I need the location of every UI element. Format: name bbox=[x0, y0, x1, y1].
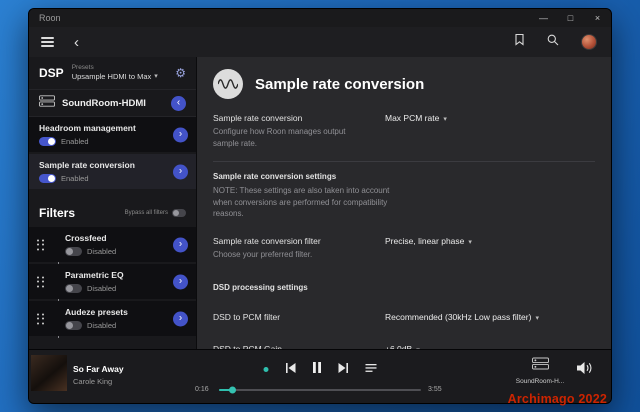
track-title[interactable]: So Far Away bbox=[73, 364, 124, 374]
gear-icon[interactable]: ⚙ bbox=[175, 67, 186, 79]
filters-title: Filters bbox=[39, 206, 76, 220]
conversion-filter-dropdown[interactable]: Precise, linear phase ▾ bbox=[385, 236, 472, 261]
dsd-pcm-filter-dropdown[interactable]: Recommended (30kHz Low pass filter) ▾ bbox=[385, 312, 539, 322]
signal-path-indicator[interactable] bbox=[263, 366, 269, 372]
elapsed-time: 0:16 bbox=[195, 386, 209, 393]
bypass-toggle[interactable] bbox=[172, 209, 186, 217]
header-actions bbox=[514, 33, 597, 51]
bypass-all-filters: Bypass all filters bbox=[125, 209, 186, 217]
main-panel: Sample rate conversion Sample rate conve… bbox=[197, 57, 611, 349]
max-pcm-rate-dropdown[interactable]: Max PCM rate ▾ bbox=[385, 113, 447, 149]
seek-bar[interactable] bbox=[219, 386, 421, 394]
back-icon[interactable]: ‹ bbox=[74, 35, 79, 50]
zone-row[interactable]: SoundRoom-HDMI ‹ bbox=[29, 89, 196, 117]
user-avatar[interactable] bbox=[581, 34, 597, 50]
filter-item-crossfeed[interactable]: Crossfeed Disabled › bbox=[29, 227, 196, 262]
window-title: Roon bbox=[39, 13, 61, 23]
previous-track-icon[interactable] bbox=[286, 360, 296, 378]
chevron-right-icon[interactable]: › bbox=[173, 237, 188, 252]
setting-conversion-filter: Sample rate conversion filter Choose you… bbox=[213, 235, 472, 261]
zone-name: SoundRoom-HDMI bbox=[62, 97, 146, 109]
total-duration: 3:55 bbox=[428, 386, 442, 393]
now-playing-info: So Far Away Carole King bbox=[73, 364, 124, 386]
next-track-icon[interactable] bbox=[338, 360, 349, 378]
presets-label: Presets bbox=[71, 64, 94, 72]
collapse-chevron-left-icon[interactable]: ‹ bbox=[171, 95, 186, 111]
seek-fill bbox=[219, 386, 237, 394]
setting-dsd-pcm-filter: DSD to PCM filter Recommended (30kHz Low… bbox=[213, 311, 539, 322]
section-title: DSD processing settings bbox=[213, 282, 308, 292]
filter-item-parametric-eq[interactable]: Parametric EQ Disabled › bbox=[29, 264, 196, 299]
crossfeed-toggle[interactable] bbox=[65, 247, 82, 256]
parametric-eq-toggle[interactable] bbox=[65, 284, 82, 293]
seek-knob[interactable] bbox=[229, 386, 237, 394]
dsp-title: DSP bbox=[39, 66, 64, 80]
dsp-presets-row: DSP Presets Upsample HDMI to Max ▾ ⚙ bbox=[29, 57, 196, 89]
transport-controls bbox=[263, 360, 377, 378]
headroom-toggle[interactable] bbox=[39, 137, 56, 146]
chevron-right-icon[interactable]: › bbox=[173, 311, 188, 326]
divider bbox=[213, 161, 595, 163]
search-icon[interactable] bbox=[547, 33, 559, 51]
hamburger-menu-icon[interactable] bbox=[41, 37, 54, 47]
minimize-button[interactable]: — bbox=[530, 9, 557, 27]
caret-down-icon: ▾ bbox=[443, 116, 447, 123]
watermark-text: Archimago 2022 bbox=[507, 392, 607, 406]
window-controls: — □ × bbox=[530, 9, 611, 27]
main-header: Sample rate conversion bbox=[213, 69, 611, 99]
chevron-right-icon[interactable]: › bbox=[173, 127, 188, 142]
sidebar-item-headroom-management[interactable]: Headroom management Enabled › bbox=[29, 117, 196, 152]
chevron-right-icon[interactable]: › bbox=[173, 164, 188, 179]
roon-window: Roon — □ × ‹ DSP Presets Upsample HDMI t… bbox=[28, 8, 612, 404]
dsp-sidebar: DSP Presets Upsample HDMI to Max ▾ ⚙ Sou… bbox=[29, 57, 197, 349]
pause-icon[interactable] bbox=[313, 360, 322, 378]
bookmark-icon[interactable] bbox=[514, 33, 525, 51]
album-art[interactable] bbox=[31, 355, 67, 391]
page-title: Sample rate conversion bbox=[255, 75, 425, 93]
filter-list: Crossfeed Disabled › Parametric EQ Disab… bbox=[29, 227, 196, 338]
track-artist[interactable]: Carole King bbox=[73, 377, 124, 386]
preset-value: Upsample HDMI to Max bbox=[71, 72, 152, 82]
drag-handle-icon[interactable] bbox=[37, 276, 44, 287]
drag-handle-icon[interactable] bbox=[37, 313, 44, 324]
sidebar-item-sample-rate-conversion[interactable]: Sample rate conversion Enabled › bbox=[29, 154, 196, 189]
zone-picker[interactable]: SoundRoom-H... bbox=[515, 357, 565, 385]
preset-selector[interactable]: Presets Upsample HDMI to Max ▾ bbox=[72, 64, 158, 82]
caret-down-icon: ▾ bbox=[468, 238, 472, 246]
sample-rate-waveform-icon bbox=[213, 69, 243, 99]
section-title: Sample rate conversion settings bbox=[213, 172, 337, 182]
audio-device-icon bbox=[39, 94, 55, 112]
drag-handle-icon[interactable] bbox=[37, 239, 44, 250]
setting-sample-rate-conversion: Sample rate conversion Configure how Roo… bbox=[213, 113, 447, 149]
caret-down-icon: ▾ bbox=[154, 72, 158, 80]
filter-item-audeze-presets[interactable]: Audeze presets Disabled › bbox=[29, 301, 196, 336]
chevron-right-icon[interactable]: › bbox=[173, 274, 188, 289]
volume-icon[interactable] bbox=[577, 361, 594, 380]
caret-down-icon: ▾ bbox=[535, 314, 539, 322]
titlebar: Roon — □ × bbox=[29, 9, 611, 27]
audio-device-icon bbox=[531, 357, 549, 375]
section-note: NOTE: These settings are also taken into… bbox=[213, 186, 390, 219]
zone-picker-label: SoundRoom-H... bbox=[515, 378, 565, 385]
sample-rate-toggle[interactable] bbox=[39, 174, 56, 183]
close-button[interactable]: × bbox=[584, 9, 611, 27]
app-header: ‹ bbox=[29, 27, 611, 57]
audeze-presets-toggle[interactable] bbox=[65, 321, 82, 330]
maximize-button[interactable]: □ bbox=[557, 9, 584, 27]
queue-icon[interactable] bbox=[365, 360, 377, 378]
filters-header: Filters Bypass all filters bbox=[29, 199, 196, 227]
